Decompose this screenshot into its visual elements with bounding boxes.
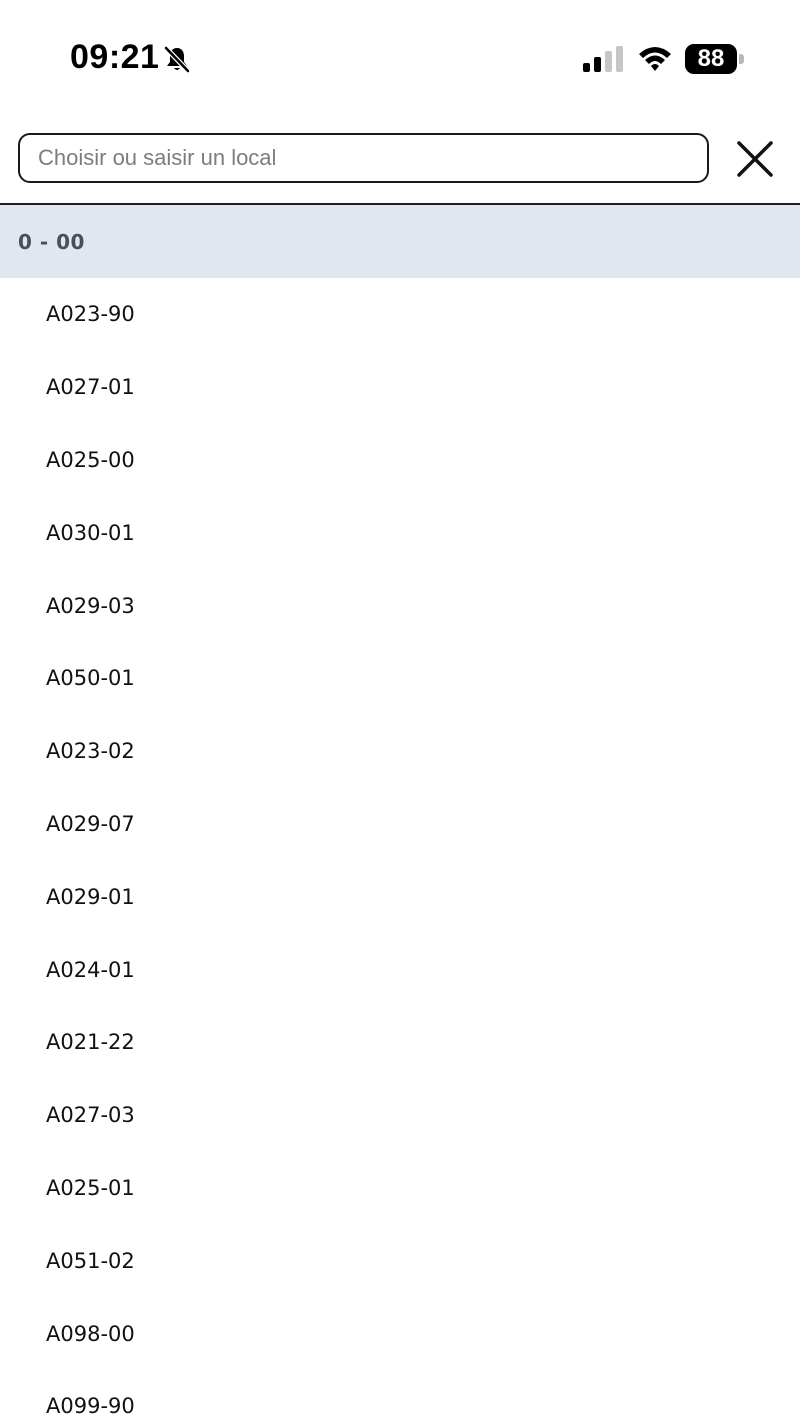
status-time: 09:21 bbox=[70, 38, 160, 76]
list-item[interactable]: A023-90 bbox=[0, 278, 800, 351]
cellular-signal-icon bbox=[583, 46, 625, 72]
list-item[interactable]: A050-01 bbox=[0, 642, 800, 715]
list-item[interactable]: A099-90 bbox=[0, 1370, 800, 1422]
list-item[interactable]: A024-01 bbox=[0, 933, 800, 1006]
list-item[interactable]: A029-03 bbox=[0, 569, 800, 642]
list-item[interactable]: A021-22 bbox=[0, 1006, 800, 1079]
local-search-input[interactable] bbox=[18, 133, 709, 183]
list-item[interactable]: A025-01 bbox=[0, 1152, 800, 1225]
bell-slash-icon bbox=[162, 44, 192, 74]
list-item[interactable]: A029-01 bbox=[0, 860, 800, 933]
close-icon bbox=[737, 141, 773, 177]
search-header bbox=[0, 110, 800, 205]
list-item[interactable]: A027-01 bbox=[0, 351, 800, 424]
local-list[interactable]: 0 - 00 A023-90 A027-01 A025-00 A030-01 A… bbox=[0, 205, 800, 1422]
battery-level: 88 bbox=[697, 45, 725, 72]
group-header: 0 - 00 bbox=[0, 205, 800, 278]
status-bar: 09:21 88 bbox=[0, 0, 800, 110]
app-screen: 09:21 88 Choisir ou saisir un local 0 - … bbox=[0, 0, 800, 1422]
battery-icon: 88 bbox=[685, 44, 745, 74]
wifi-icon bbox=[637, 44, 673, 72]
list-item[interactable]: A051-02 bbox=[0, 1224, 800, 1297]
list-item[interactable]: A023-02 bbox=[0, 715, 800, 788]
list-item[interactable]: A030-01 bbox=[0, 496, 800, 569]
close-button[interactable] bbox=[730, 134, 780, 184]
battery-tip bbox=[739, 54, 744, 64]
list-item[interactable]: A029-07 bbox=[0, 788, 800, 861]
list-item[interactable]: A025-00 bbox=[0, 424, 800, 497]
list-item[interactable]: A027-03 bbox=[0, 1079, 800, 1152]
list-item[interactable]: A098-00 bbox=[0, 1297, 800, 1370]
